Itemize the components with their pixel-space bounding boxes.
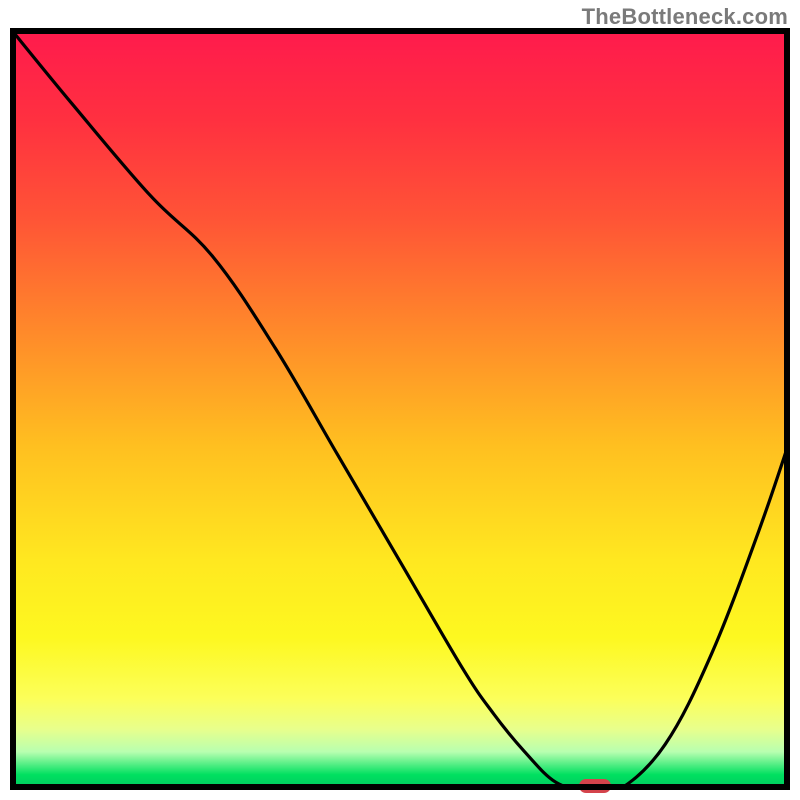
bottleneck-curve xyxy=(10,28,790,790)
plot-area xyxy=(10,28,790,790)
chart-stage: TheBottleneck.com xyxy=(0,0,800,800)
watermark-text: TheBottleneck.com xyxy=(582,4,788,30)
curve-svg xyxy=(10,28,790,790)
